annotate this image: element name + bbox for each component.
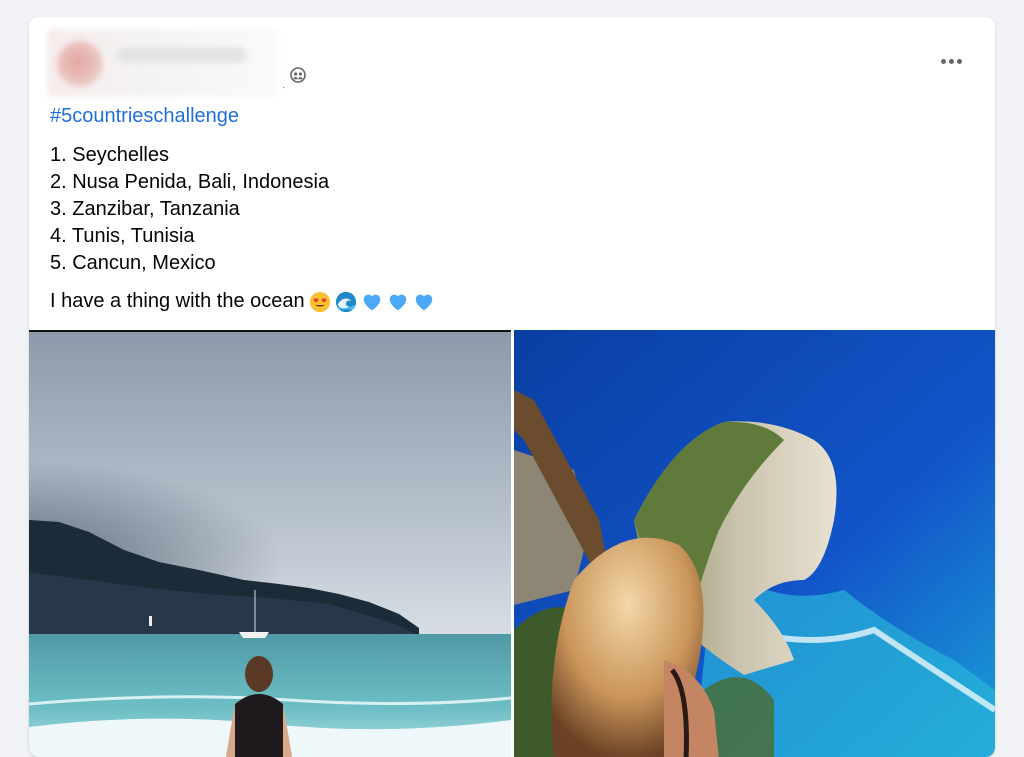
- blue-heart-emoji-icon: [415, 294, 432, 310]
- country-list: 1. Seychelles 2. Nusa Penida, Bali, Indo…: [50, 142, 329, 277]
- post-header: ·: [29, 17, 995, 107]
- author-info-redacted[interactable]: [47, 29, 279, 97]
- list-item: 4. Tunis, Tunisia: [50, 225, 195, 247]
- post-card: · #5countrieschallenge 1. Seychelles 2. …: [29, 17, 995, 757]
- blue-heart-emoji-icon: [389, 294, 406, 310]
- list-item: 5. Cancun, Mexico: [50, 252, 216, 274]
- meta-separator: ·: [282, 82, 286, 93]
- friends-icon[interactable]: [290, 67, 306, 83]
- tagline-text: I have a thing with the ocean: [50, 290, 305, 312]
- cliff-photo-image: [514, 330, 995, 757]
- photo-seychelles-beach[interactable]: [29, 330, 511, 757]
- post-tagline: I have a thing with the ocean: [50, 288, 435, 315]
- beach-photo-image: [29, 332, 511, 757]
- list-item: 1. Seychelles: [50, 144, 169, 166]
- avatar: [57, 41, 103, 87]
- heart-eyes-emoji-icon: [309, 291, 330, 312]
- more-options-button[interactable]: [935, 53, 967, 69]
- author-name-redacted: [117, 47, 247, 63]
- list-item: 3. Zanzibar, Tanzania: [50, 198, 240, 220]
- photo-nusa-penida-cliff[interactable]: [514, 330, 995, 757]
- blue-heart-emoji-icon: [363, 294, 380, 310]
- more-options-icon: [940, 58, 946, 64]
- list-item: 2. Nusa Penida, Bali, Indonesia: [50, 171, 330, 193]
- hashtag-link[interactable]: #5countrieschallenge: [50, 105, 239, 128]
- wave-emoji-icon: [335, 291, 356, 312]
